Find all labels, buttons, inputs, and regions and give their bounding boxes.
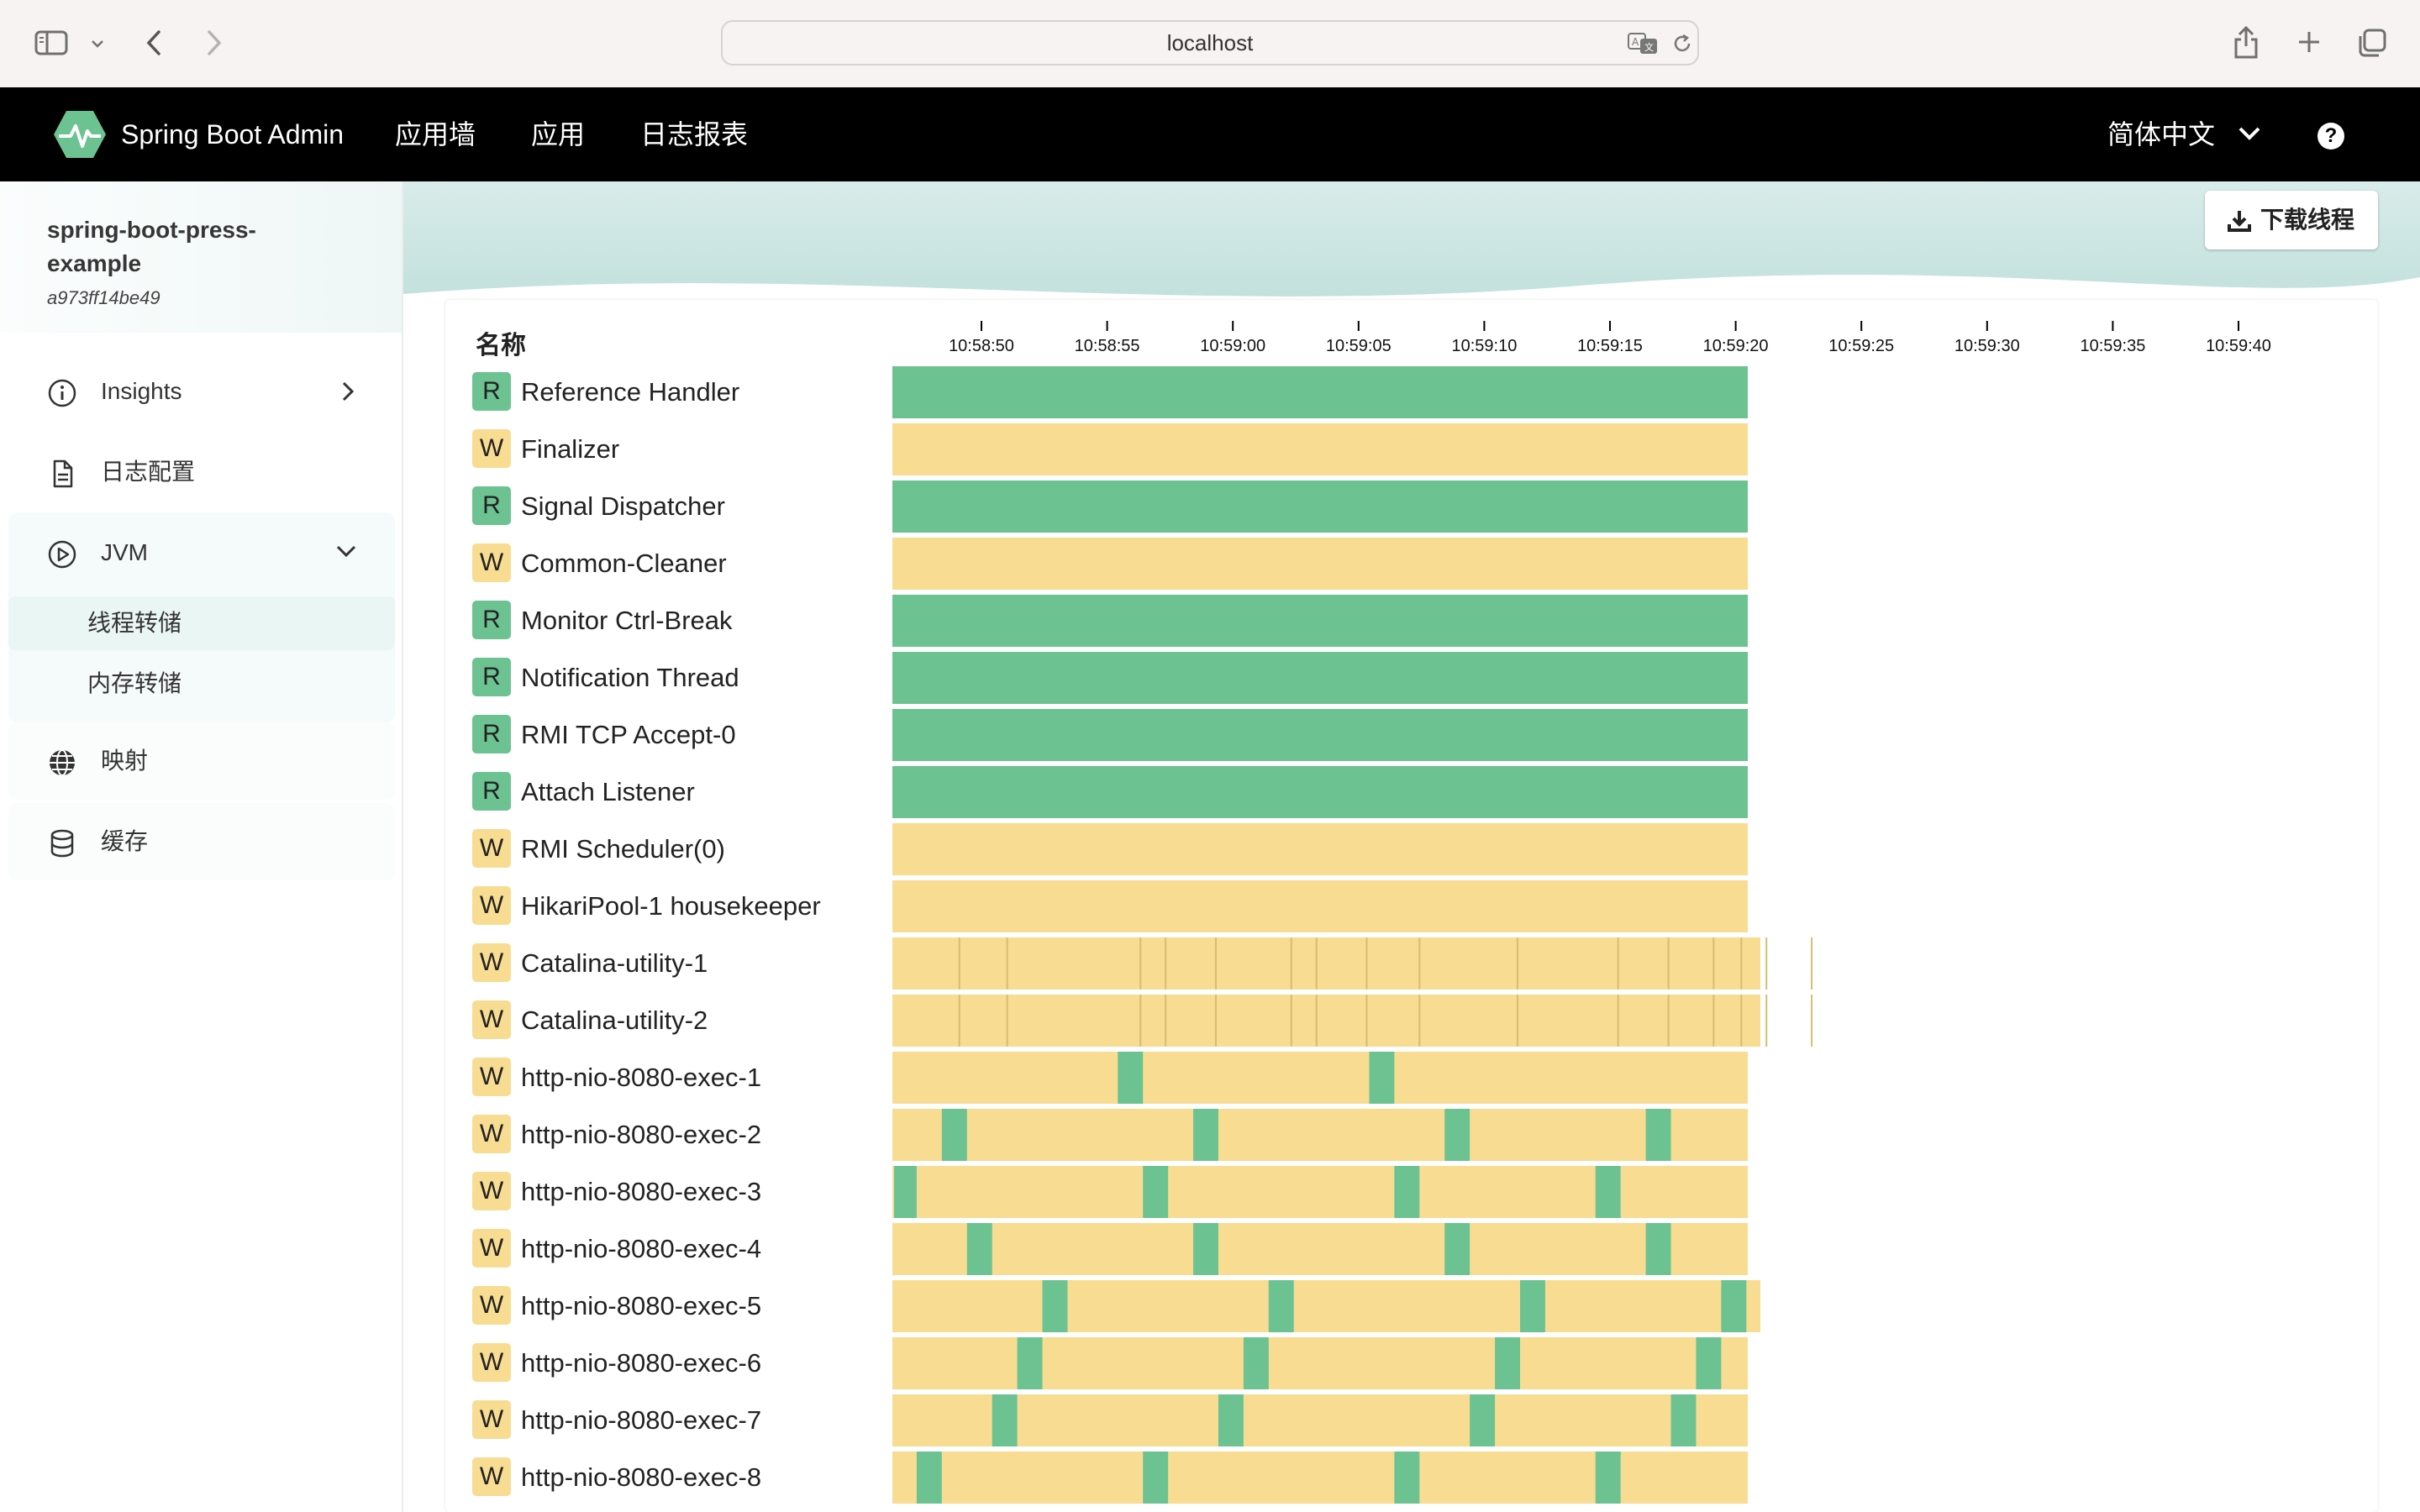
thread-state-bar[interactable] bbox=[892, 423, 1748, 475]
runnable-segment[interactable] bbox=[1595, 1452, 1621, 1504]
runnable-segment[interactable] bbox=[1218, 1394, 1244, 1446]
thread-state-bar[interactable] bbox=[892, 1052, 1748, 1104]
time-axis-label: 10:59:20 bbox=[1703, 337, 1769, 355]
thread-state-badge: R bbox=[472, 715, 511, 753]
thread-state-bar[interactable] bbox=[892, 995, 1760, 1047]
thread-name: http-nio-8080-exec-3 bbox=[521, 1177, 762, 1206]
thread-state-bar[interactable] bbox=[892, 595, 1748, 647]
thread-name: http-nio-8080-exec-5 bbox=[521, 1291, 762, 1320]
thread-name: RMI Scheduler(0) bbox=[521, 834, 725, 864]
thread-name: http-nio-8080-exec-4 bbox=[521, 1234, 762, 1263]
thread-state-bar[interactable] bbox=[892, 766, 1748, 818]
thread-name: http-nio-8080-exec-6 bbox=[521, 1348, 762, 1378]
thread-name: Finalizer bbox=[521, 434, 620, 464]
thread-state-badge: W bbox=[472, 886, 511, 925]
thread-name: Reference Handler bbox=[521, 377, 740, 407]
runnable-segment[interactable] bbox=[1193, 1223, 1218, 1275]
thread-name: Signal Dispatcher bbox=[521, 491, 725, 521]
time-axis-label: 10:59:15 bbox=[1577, 337, 1643, 355]
runnable-segment[interactable] bbox=[1470, 1394, 1496, 1446]
runnable-segment[interactable] bbox=[1696, 1337, 1722, 1389]
runnable-segment[interactable] bbox=[1670, 1394, 1697, 1446]
time-axis-label: 10:59:40 bbox=[2206, 337, 2271, 355]
thread-state-badge: W bbox=[472, 1286, 511, 1325]
thread-state-badge: W bbox=[472, 1229, 511, 1268]
thread-name: HikariPool-1 housekeeper bbox=[521, 891, 821, 921]
thread-name: Monitor Ctrl-Break bbox=[521, 606, 733, 635]
thread-state-badge: W bbox=[472, 829, 511, 868]
thread-state-bar[interactable] bbox=[892, 937, 1760, 990]
runnable-segment[interactable] bbox=[1645, 1223, 1671, 1275]
thread-state-badge: R bbox=[472, 601, 511, 639]
thread-name: Common-Cleaner bbox=[521, 549, 727, 578]
thread-timeline-chart: 10:58:50 10:58:55 10:59:00 10:59:05 10:59:10… bbox=[892, 321, 2271, 1504]
runnable-segment[interactable] bbox=[1595, 1166, 1621, 1218]
runnable-segment[interactable] bbox=[992, 1394, 1018, 1446]
thread-state-badge: R bbox=[472, 486, 511, 525]
thread-state-badge: W bbox=[472, 1172, 511, 1210]
runnable-segment[interactable] bbox=[1520, 1280, 1545, 1332]
thread-state-bar[interactable] bbox=[892, 1109, 1748, 1161]
thread-name: http-nio-8080-exec-7 bbox=[521, 1405, 762, 1435]
thread-state-bar[interactable] bbox=[892, 538, 1748, 590]
runnable-segment[interactable] bbox=[941, 1109, 967, 1161]
thread-name: Catalina-utility-2 bbox=[521, 1005, 708, 1035]
thread-state-badge: W bbox=[472, 943, 511, 982]
time-axis-label: 10:59:10 bbox=[1451, 337, 1517, 355]
thread-state-bar[interactable] bbox=[892, 1223, 1748, 1275]
runnable-segment[interactable] bbox=[916, 1452, 942, 1504]
time-axis-label: 10:58:55 bbox=[1075, 337, 1140, 355]
thread-name: http-nio-8080-exec-8 bbox=[521, 1462, 762, 1492]
thread-state-bar[interactable] bbox=[892, 652, 1748, 704]
time-axis-label: 10:59:35 bbox=[2080, 337, 2145, 355]
thread-name: http-nio-8080-exec-1 bbox=[521, 1063, 762, 1092]
thread-state-bar[interactable] bbox=[892, 709, 1748, 761]
thread-state-bar[interactable] bbox=[892, 480, 1748, 533]
runnable-segment[interactable] bbox=[1193, 1109, 1218, 1161]
thread-state-badge: W bbox=[472, 1457, 511, 1496]
runnable-segment[interactable] bbox=[1143, 1452, 1169, 1504]
thread-state-badge: W bbox=[472, 1058, 511, 1096]
thread-name: Notification Thread bbox=[521, 663, 739, 692]
thread-name: Attach Listener bbox=[521, 777, 695, 806]
runnable-segment[interactable] bbox=[1444, 1223, 1470, 1275]
thread-state-badge: W bbox=[472, 1115, 511, 1153]
thread-state-bar[interactable] bbox=[892, 1280, 1760, 1332]
runnable-segment[interactable] bbox=[1444, 1109, 1470, 1161]
runnable-segment[interactable] bbox=[1645, 1109, 1671, 1161]
runnable-segment[interactable] bbox=[1118, 1052, 1144, 1104]
runnable-segment[interactable] bbox=[1394, 1166, 1420, 1218]
thread-state-badge: R bbox=[472, 772, 511, 811]
runnable-segment[interactable] bbox=[1042, 1280, 1068, 1332]
time-axis-label: 10:59:30 bbox=[1954, 337, 2020, 355]
thread-state-badge: W bbox=[472, 1400, 511, 1439]
runnable-segment[interactable] bbox=[966, 1223, 992, 1275]
thread-state-bar[interactable] bbox=[892, 1394, 1748, 1446]
runnable-segment[interactable] bbox=[1268, 1280, 1294, 1332]
thread-name: RMI TCP Accept-0 bbox=[521, 720, 736, 749]
thread-state-badge: W bbox=[472, 429, 511, 468]
thread-name: http-nio-8080-exec-2 bbox=[521, 1120, 762, 1149]
time-axis-label: 10:59:25 bbox=[1828, 337, 1894, 355]
thread-state-bar[interactable] bbox=[892, 823, 1748, 875]
thread-name: Catalina-utility-1 bbox=[521, 948, 708, 978]
runnable-segment[interactable] bbox=[1369, 1052, 1395, 1104]
thread-state-bar[interactable] bbox=[892, 366, 1748, 418]
runnable-segment[interactable] bbox=[1495, 1337, 1521, 1389]
thread-state-badge: R bbox=[472, 658, 511, 696]
runnable-segment[interactable] bbox=[1721, 1280, 1747, 1332]
runnable-segment[interactable] bbox=[894, 1166, 917, 1218]
thread-state-badge: W bbox=[472, 543, 511, 582]
runnable-segment[interactable] bbox=[1143, 1166, 1169, 1218]
time-axis-label: 10:58:50 bbox=[949, 337, 1014, 355]
thread-state-bar[interactable] bbox=[892, 880, 1748, 932]
runnable-segment[interactable] bbox=[1394, 1452, 1420, 1504]
thread-state-badge: R bbox=[472, 372, 511, 411]
runnable-segment[interactable] bbox=[1017, 1337, 1043, 1389]
runnable-segment[interactable] bbox=[1243, 1337, 1269, 1389]
thread-state-badge: W bbox=[472, 1343, 511, 1382]
time-axis-label: 10:59:00 bbox=[1200, 337, 1265, 355]
time-axis-label: 10:59:05 bbox=[1326, 337, 1392, 355]
thread-state-badge: W bbox=[472, 1000, 511, 1039]
